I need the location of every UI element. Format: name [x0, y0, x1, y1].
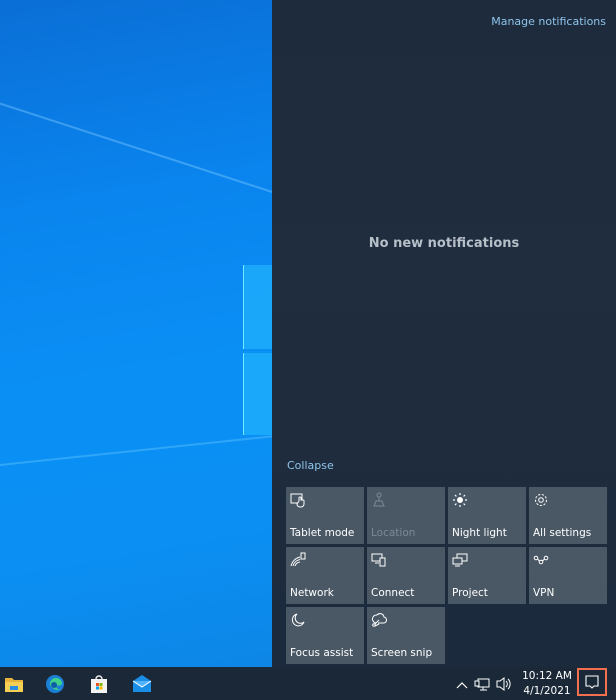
tile-label: Focus assist	[290, 647, 354, 659]
project-icon	[452, 553, 468, 567]
quick-action-location[interactable]: Location	[367, 487, 445, 544]
edge-icon[interactable]	[44, 673, 66, 695]
quick-action-project[interactable]: Project	[448, 547, 526, 604]
network-status-icon[interactable]	[474, 667, 492, 700]
show-hidden-icons-chevron-icon[interactable]	[455, 667, 469, 700]
location-icon	[373, 492, 385, 507]
clock-time: 10:12 AM	[522, 670, 572, 682]
tile-label: Location	[371, 527, 416, 539]
connect-icon	[371, 553, 386, 567]
tile-label: Screen snip	[371, 647, 433, 659]
quick-action-tablet-mode[interactable]: Tablet mode	[286, 487, 364, 544]
tile-label: Night light	[452, 527, 507, 539]
wallpaper-window-pane	[243, 353, 272, 435]
screen-snip-icon	[372, 613, 387, 627]
action-center-panel: Manage notifications No new notification…	[272, 0, 616, 667]
network-icon	[290, 552, 306, 567]
moon-icon	[291, 613, 305, 627]
store-icon[interactable]	[88, 673, 110, 695]
gear-icon	[535, 494, 547, 506]
taskbar: 10:12 AM 4/1/2021	[0, 667, 616, 700]
night-light-icon	[453, 493, 467, 507]
quick-action-all-settings[interactable]: All settings	[529, 487, 607, 544]
wallpaper-light-beam	[0, 96, 272, 197]
action-center-button[interactable]	[577, 668, 607, 696]
quick-action-vpn[interactable]: VPN	[529, 547, 607, 604]
desktop-wallpaper	[0, 0, 272, 667]
quick-action-connect[interactable]: Connect	[367, 547, 445, 604]
tile-label: Network	[290, 587, 334, 599]
wallpaper-window-pane	[243, 265, 272, 349]
tile-label: Project	[452, 587, 488, 599]
clock-date: 4/1/2021	[523, 685, 571, 697]
manage-notifications-link[interactable]: Manage notifications	[491, 15, 606, 28]
tile-label: Tablet mode	[290, 527, 355, 539]
quick-action-night-light[interactable]: Night light	[448, 487, 526, 544]
quick-actions-grid: Tablet mode Location Night light All set…	[286, 487, 608, 664]
tablet-mode-icon	[290, 493, 305, 508]
tile-label: All settings	[533, 527, 592, 539]
collapse-button[interactable]: Collapse	[287, 459, 334, 472]
tile-label: VPN	[533, 587, 555, 599]
notification-icon	[585, 675, 599, 689]
quick-action-screen-snip[interactable]: Screen snip	[367, 607, 445, 664]
quick-action-network[interactable]: Network	[286, 547, 364, 604]
volume-icon[interactable]	[495, 667, 513, 700]
taskbar-clock[interactable]: 10:12 AM 4/1/2021	[518, 669, 576, 699]
file-explorer-icon[interactable]	[3, 673, 25, 695]
mail-icon[interactable]	[131, 673, 153, 695]
vpn-icon	[533, 555, 549, 565]
wallpaper-light-beam	[0, 431, 272, 467]
empty-notifications-message: No new notifications	[368, 236, 520, 251]
tile-label: Connect	[371, 587, 415, 599]
quick-action-focus-assist[interactable]: Focus assist	[286, 607, 364, 664]
